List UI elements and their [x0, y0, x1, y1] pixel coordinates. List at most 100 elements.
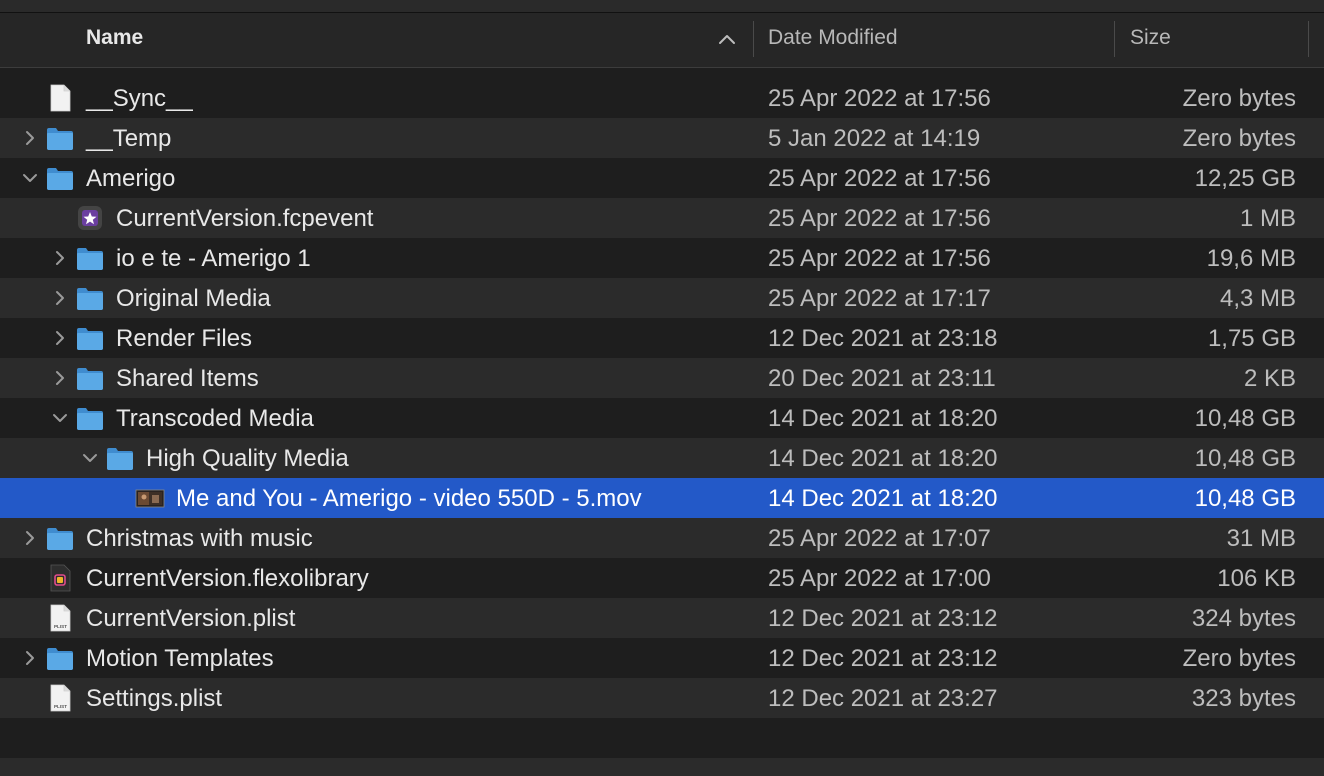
file-size: 31 MB — [1226, 525, 1296, 552]
disclosure-chevron-down-icon[interactable] — [20, 168, 40, 188]
file-row[interactable]: High Quality Media 14 Dec 2021 at 18:20 10… — [0, 438, 1324, 478]
file-name[interactable]: __Temp — [86, 118, 171, 158]
file-row[interactable]: CurrentVersion.flexolibrary 25 Apr 2022 a… — [0, 558, 1324, 598]
date-modified: 14 Dec 2021 at 18:20 — [768, 405, 998, 432]
fcpevent-icon — [75, 203, 105, 233]
file-size: 1,75 GB — [1207, 325, 1296, 352]
file-row[interactable]: Original Media 25 Apr 2022 at 17:17 4,3 MB — [0, 278, 1324, 318]
date-modified: 12 Dec 2021 at 23:27 — [768, 685, 998, 712]
plist-icon: PLIST — [45, 683, 75, 713]
date-modified: 12 Dec 2021 at 23:12 — [768, 645, 998, 672]
file-size: 106 KB — [1217, 565, 1296, 592]
sort-ascending-chevron-icon[interactable] — [716, 29, 738, 51]
name-column-header[interactable]: Name — [86, 13, 143, 67]
date-modified: 25 Apr 2022 at 17:56 — [768, 165, 991, 192]
file-row[interactable]: Shared Items 20 Dec 2021 at 23:11 2 KB — [0, 358, 1324, 398]
file-row[interactable]: __Temp 5 Jan 2022 at 14:19 Zero bytes — [0, 118, 1324, 158]
size-column-header[interactable]: Size — [1130, 13, 1171, 67]
file-size: 10,48 GB — [1194, 405, 1296, 432]
file-row[interactable]: Render Files 12 Dec 2021 at 23:18 1,75 GB — [0, 318, 1324, 358]
folder-icon — [45, 163, 75, 193]
video-thumbnail-icon — [135, 483, 165, 513]
file-name[interactable]: Motion Templates — [86, 638, 274, 678]
date-modified: 12 Dec 2021 at 23:12 — [768, 605, 998, 632]
folder-icon — [45, 123, 75, 153]
file-row[interactable]: PLIST Settings.plist 12 Dec 2021 at 23:27 3… — [0, 678, 1324, 718]
disclosure-chevron-down-icon[interactable] — [80, 448, 100, 468]
flexolibrary-icon — [45, 563, 75, 593]
folder-icon — [75, 243, 105, 273]
file-size: 324 bytes — [1191, 605, 1296, 632]
disclosure-chevron-right-icon[interactable] — [50, 248, 70, 268]
file-name[interactable]: __Sync__ — [86, 78, 193, 118]
file-name[interactable]: Me and You - Amerigo - video 550D - 5.mo… — [176, 478, 642, 518]
document-icon — [45, 83, 75, 113]
file-name[interactable]: io e te - Amerigo 1 — [116, 238, 311, 278]
file-size: 4,3 MB — [1219, 285, 1296, 312]
file-size: Zero bytes — [1182, 85, 1296, 112]
file-row[interactable]: Amerigo 25 Apr 2022 at 17:56 12,25 GB — [0, 158, 1324, 198]
file-name[interactable]: Original Media — [116, 278, 271, 318]
folder-icon — [75, 323, 105, 353]
date-modified: 25 Apr 2022 at 17:56 — [768, 85, 991, 112]
file-name[interactable]: Transcoded Media — [116, 398, 314, 438]
file-size: Zero bytes — [1182, 645, 1296, 672]
file-name[interactable]: Settings.plist — [86, 678, 222, 718]
file-size: 10,48 GB — [1194, 445, 1296, 472]
disclosure-chevron-right-icon[interactable] — [50, 368, 70, 388]
date-modified: 14 Dec 2021 at 18:20 — [768, 485, 998, 512]
column-header-bar: Name Date Modified Size — [0, 13, 1324, 68]
file-row[interactable]: Christmas with music 25 Apr 2022 at 17:07… — [0, 518, 1324, 558]
date-modified: 25 Apr 2022 at 17:56 — [768, 245, 991, 272]
date-modified: 25 Apr 2022 at 17:17 — [768, 285, 991, 312]
file-name[interactable]: Amerigo — [86, 158, 175, 198]
date-modified: 14 Dec 2021 at 18:20 — [768, 445, 998, 472]
disclosure-chevron-right-icon[interactable] — [50, 288, 70, 308]
disclosure-chevron-right-icon[interactable] — [20, 128, 40, 148]
svg-text:PLIST: PLIST — [54, 624, 67, 629]
file-name[interactable]: CurrentVersion.flexolibrary — [86, 558, 369, 598]
window-top-edge — [0, 0, 1324, 13]
file-size: Zero bytes — [1182, 125, 1296, 152]
file-row[interactable]: Transcoded Media 14 Dec 2021 at 18:20 10,4… — [0, 398, 1324, 438]
disclosure-chevron-down-icon[interactable] — [50, 408, 70, 428]
folder-icon — [45, 523, 75, 553]
file-row[interactable]: io e te - Amerigo 1 25 Apr 2022 at 17:56 1… — [0, 238, 1324, 278]
file-name[interactable]: Render Files — [116, 318, 252, 358]
date-modified: 12 Dec 2021 at 23:18 — [768, 325, 998, 352]
file-size: 1 MB — [1239, 205, 1296, 232]
file-size: 323 bytes — [1191, 685, 1296, 712]
file-size: 19,6 MB — [1206, 245, 1296, 272]
disclosure-chevron-right-icon[interactable] — [50, 328, 70, 348]
disclosure-chevron-right-icon[interactable] — [20, 528, 40, 548]
date-modified: 5 Jan 2022 at 14:19 — [768, 125, 981, 152]
file-name[interactable]: Christmas with music — [86, 518, 313, 558]
plist-icon: PLIST — [45, 603, 75, 633]
file-row[interactable]: CurrentVersion.fcpevent 25 Apr 2022 at 17… — [0, 198, 1324, 238]
disclosure-chevron-right-icon[interactable] — [20, 648, 40, 668]
column-divider[interactable] — [1114, 21, 1115, 57]
file-row[interactable]: __Sync__ 25 Apr 2022 at 17:56 Zero bytes — [0, 78, 1324, 118]
folder-icon — [105, 443, 135, 473]
date-modified: 25 Apr 2022 at 17:00 — [768, 565, 991, 592]
file-name[interactable]: CurrentVersion.plist — [86, 598, 295, 638]
date-modified: 25 Apr 2022 at 17:56 — [768, 205, 991, 232]
file-size: 2 KB — [1243, 365, 1296, 392]
column-divider[interactable] — [1308, 21, 1309, 57]
date-modified: 25 Apr 2022 at 17:07 — [768, 525, 991, 552]
date-modified-column-header[interactable]: Date Modified — [768, 13, 898, 67]
file-list: __Sync__ 25 Apr 2022 at 17:56 Zero bytes __… — [0, 78, 1324, 718]
empty-list-area — [0, 718, 1324, 776]
file-row[interactable]: PLIST CurrentVersion.plist 12 Dec 2021 at … — [0, 598, 1324, 638]
file-name[interactable]: CurrentVersion.fcpevent — [116, 198, 373, 238]
file-name[interactable]: High Quality Media — [146, 438, 349, 478]
file-size: 12,25 GB — [1194, 165, 1296, 192]
file-row-selected[interactable]: Me and You - Amerigo - video 550D - 5.mo… — [0, 478, 1324, 518]
folder-icon — [45, 643, 75, 673]
folder-icon — [75, 363, 105, 393]
file-name[interactable]: Shared Items — [116, 358, 259, 398]
file-row[interactable]: Motion Templates 12 Dec 2021 at 23:12 Zero… — [0, 638, 1324, 678]
folder-icon — [75, 283, 105, 313]
column-divider[interactable] — [753, 21, 754, 57]
svg-text:PLIST: PLIST — [54, 704, 67, 709]
